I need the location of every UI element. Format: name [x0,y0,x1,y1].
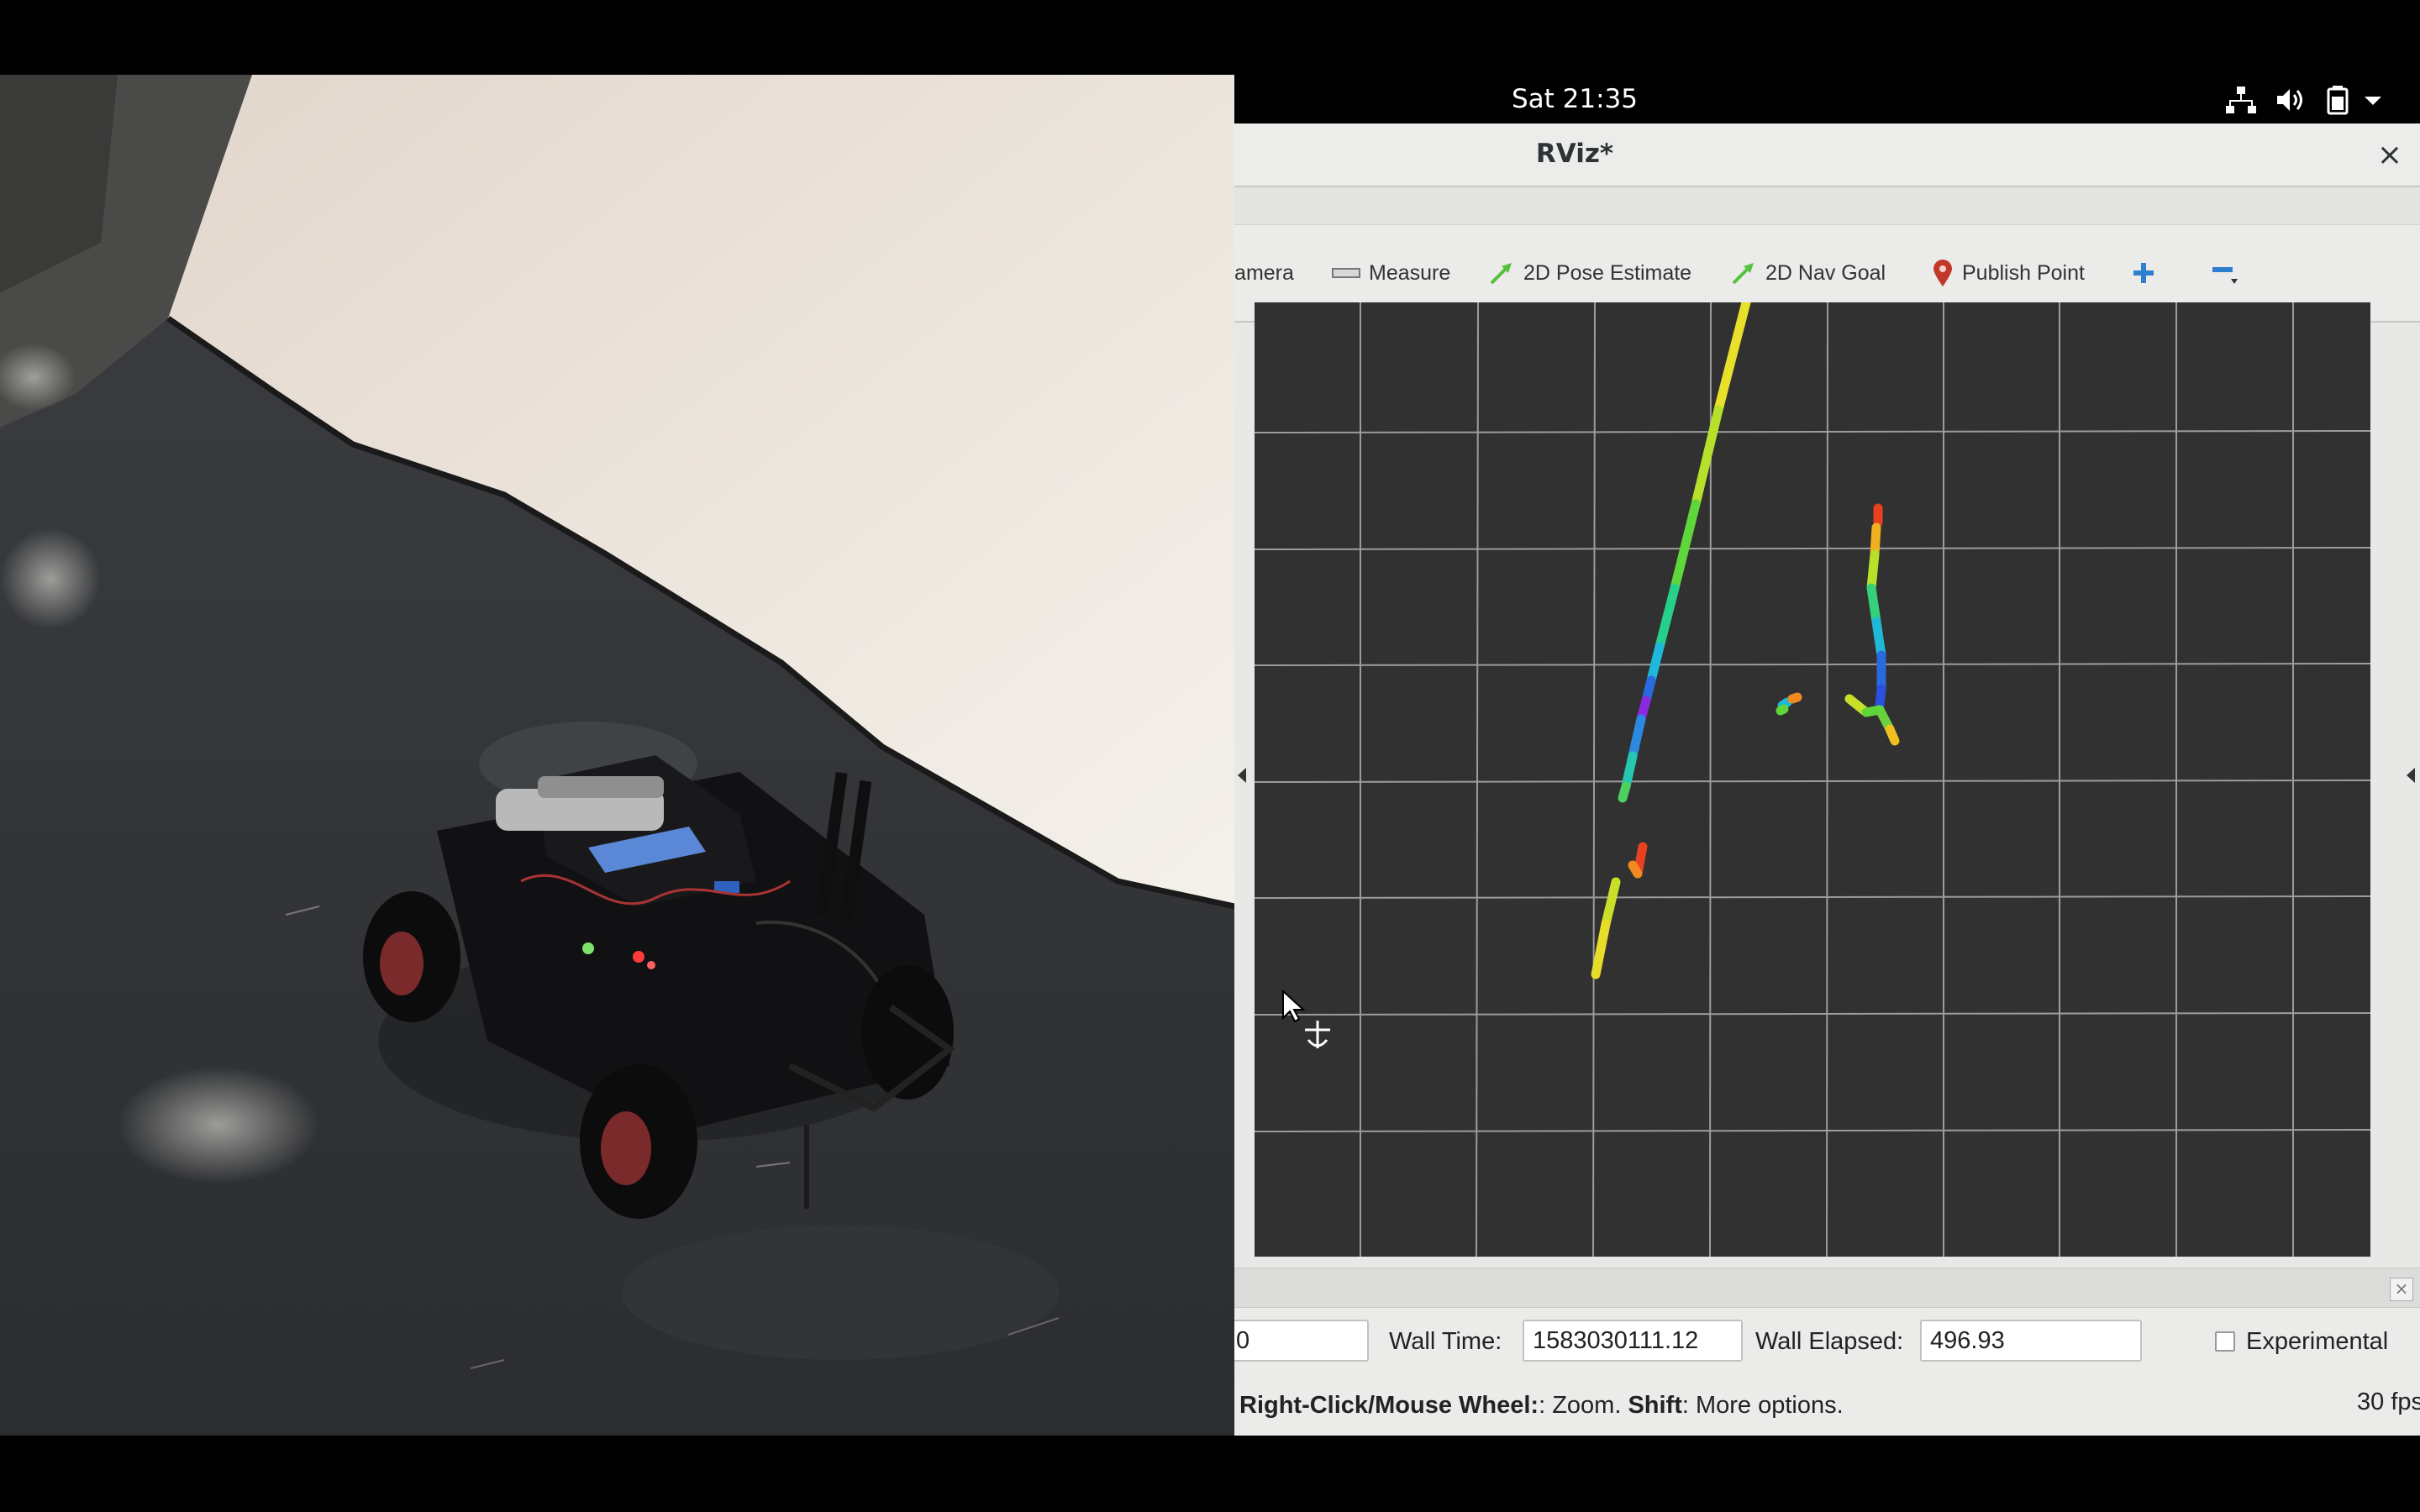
wall-time-field[interactable] [1523,1320,1743,1362]
status-bar: Right-Click/Mouse Wheel:: Zoom. Shift: M… [1234,1377,2420,1436]
status-shift-text: : More options. [1681,1392,1844,1419]
menu-strip [1234,187,2420,225]
volume-icon[interactable] [2274,85,2307,115]
experimental-label: Experimental [2246,1328,2389,1355]
wall-elapsed-label: Wall Elapsed: [1755,1328,1904,1355]
map-pin-icon [1933,260,1952,286]
window-titlebar[interactable]: RViz* × [1234,123,2420,187]
tool-pose-label: 2D Pose Estimate [1523,260,1692,285]
green-arrow-icon [1732,263,1754,285]
system-top-bar: Sat 21:35 [1234,75,2420,123]
close-icon[interactable]: × [2375,140,2405,171]
plus-icon [2133,263,2154,283]
window-title: RViz* [1535,139,1614,169]
battery-icon[interactable] [2321,85,2354,115]
camera-photo [0,75,1234,1436]
fps-counter: 30 fps [2357,1389,2420,1415]
time-panel-header: × [1234,1268,2420,1308]
status-shift-key: Shift [1628,1392,1682,1419]
status-hint: Right-Click/Mouse Wheel:: Zoom. Shift: M… [1239,1390,1844,1420]
minus-icon [2212,267,2238,284]
tool-publish-point-label: Publish Point [1962,260,2085,285]
collapse-left-panel-icon[interactable] [1238,768,1246,783]
ruler-icon [1332,268,1360,278]
system-menu-arrow-icon[interactable] [2360,85,2386,115]
clock[interactable]: Sat 21:35 [1461,81,1688,117]
ros-time-field[interactable] [1234,1320,1369,1362]
rviz-window: RViz* × Camera Measure 2D Pose Estimate [1234,123,2420,1436]
status-hint-text: : Zoom. [1539,1392,1628,1419]
time-panel: Wall Time: Wall Elapsed: Experimental [1234,1308,2420,1375]
green-arrow-icon [1490,263,1512,285]
render-viewport[interactable] [1255,302,2370,1257]
experimental-checkbox[interactable] [2215,1331,2235,1352]
tool-measure-label: Measure [1369,260,1451,285]
status-hint-key: Right-Click/Mouse Wheel: [1239,1392,1539,1419]
close-panel-icon[interactable]: × [2390,1278,2413,1301]
tool-nav-goal-label: 2D Nav Goal [1765,260,1886,285]
wall-time-label: Wall Time: [1389,1328,1502,1355]
wall-elapsed-field[interactable] [1920,1320,2142,1362]
tool-camera-label: Camera [1234,260,1294,285]
network-icon[interactable] [2224,85,2258,115]
collapse-right-panel-icon[interactable] [2407,768,2415,783]
